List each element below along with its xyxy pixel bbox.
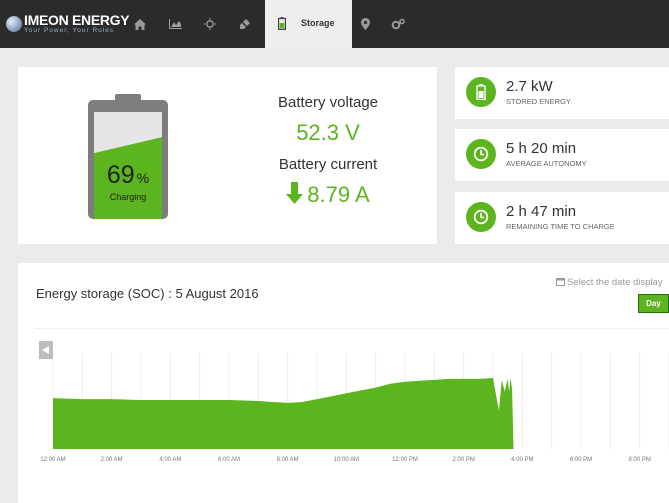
brand-tagline: Your Power, Your Rules bbox=[24, 27, 115, 34]
stat-label: STORED ENERGY bbox=[506, 97, 571, 106]
chart-title: Energy storage (SOC) : 5 August 2016 bbox=[36, 286, 259, 301]
x-tick-label: 10:00 AM bbox=[334, 457, 359, 463]
day-button[interactable]: Day bbox=[638, 294, 669, 313]
home-icon[interactable] bbox=[130, 14, 150, 34]
stat-card-stored-energy: 2.7 kW STORED ENERGY bbox=[455, 67, 669, 119]
energy-storage-chart-card: Energy storage (SOC) : 5 August 2016 Sel… bbox=[18, 263, 669, 503]
battery-status: Charging bbox=[109, 192, 147, 202]
x-tick-label: 12:00 PM bbox=[392, 457, 418, 463]
clock-icon bbox=[466, 202, 496, 232]
date-selector[interactable]: Select the date display bbox=[556, 277, 663, 288]
chart-icon[interactable] bbox=[165, 14, 185, 34]
x-tick-label: 2:00 PM bbox=[452, 457, 474, 463]
date-hint-label: Select the date display bbox=[567, 277, 663, 288]
tab-storage[interactable]: Storage bbox=[265, 0, 352, 48]
brand-logo[interactable]: IMEON ENERGY Your Power, Your Rules bbox=[6, 12, 130, 36]
battery-percent: 69% bbox=[106, 161, 150, 189]
soc-chart: 12:00 AM 2:00 AM 4:00 AM 6:00 AM 8:00 AM 10:0… bbox=[39, 341, 669, 463]
globe-icon bbox=[6, 16, 22, 32]
scroll-left-button[interactable] bbox=[39, 341, 53, 359]
battery-gauge: 69% Charging bbox=[88, 94, 168, 219]
x-tick-label: 2:00 AM bbox=[101, 457, 123, 463]
current-value: 8.79 A bbox=[307, 182, 370, 207]
x-tick-label: 4:00 PM bbox=[511, 457, 533, 463]
battery-icon bbox=[278, 17, 286, 30]
stat-label: REMAINING TIME TO CHARGE bbox=[506, 222, 615, 231]
battery-level: 69% Charging bbox=[94, 112, 162, 219]
arrow-down-icon bbox=[286, 182, 304, 204]
map-marker-icon[interactable] bbox=[355, 14, 375, 34]
sun-icon[interactable] bbox=[200, 14, 220, 34]
x-tick-label: 8:00 AM bbox=[277, 457, 299, 463]
current-label: Battery current bbox=[278, 156, 378, 173]
soc-area-series bbox=[53, 378, 514, 449]
plug-icon[interactable] bbox=[235, 14, 255, 34]
brand-title: IMEON ENERGY bbox=[24, 12, 130, 28]
battery-icon bbox=[466, 77, 496, 107]
battery-overview-card: 69% Charging Battery voltage 52.3 V Batt… bbox=[18, 67, 437, 244]
x-tick-label: 6:00 AM bbox=[218, 457, 240, 463]
voltage-value: 52.3 V bbox=[296, 120, 360, 145]
clock-icon bbox=[466, 139, 496, 169]
cogs-icon[interactable] bbox=[388, 14, 408, 34]
x-tick-label: 8:00 PM bbox=[628, 457, 650, 463]
tab-storage-label: Storage bbox=[301, 18, 335, 28]
top-nav: IMEON ENERGY Your Power, Your Rules Stor… bbox=[0, 0, 669, 48]
x-tick-label: 4:00 AM bbox=[159, 457, 181, 463]
stat-value: 5 h 20 min bbox=[506, 140, 577, 157]
x-tick-label: 6:00 PM bbox=[570, 457, 592, 463]
current-value-row: 8.79 A bbox=[258, 182, 398, 208]
stat-value: 2 h 47 min bbox=[506, 203, 577, 220]
stat-value: 2.7 kW bbox=[506, 78, 553, 95]
stat-label: AVERAGE AUTONOMY bbox=[506, 159, 587, 168]
calendar-icon bbox=[556, 278, 565, 286]
voltage-label: Battery voltage bbox=[277, 94, 379, 111]
stat-card-remaining-time: 2 h 47 min REMAINING TIME TO CHARGE bbox=[455, 192, 669, 244]
stat-card-average-autonomy: 5 h 20 min AVERAGE AUTONOMY bbox=[455, 129, 669, 181]
x-tick-label: 12:00 AM bbox=[40, 457, 65, 463]
